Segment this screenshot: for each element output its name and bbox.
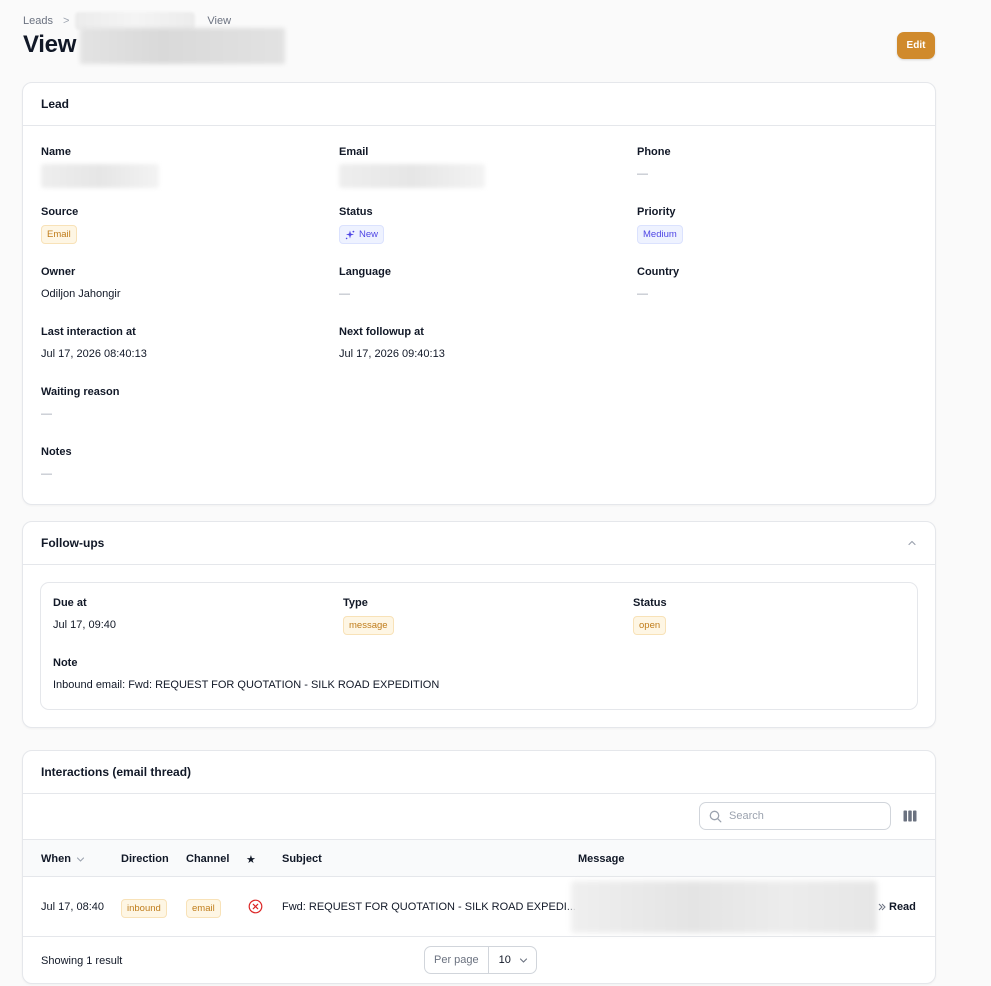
row-read-action[interactable]: Read: [878, 901, 916, 913]
column-channel: Channel: [186, 853, 230, 865]
field-language: Language —: [339, 266, 391, 300]
per-page-selector[interactable]: Per page 10: [424, 946, 537, 974]
results-count: Showing 1 result: [41, 955, 123, 967]
phone-label: Phone: [637, 146, 671, 158]
last-interaction-label: Last interaction at: [41, 326, 136, 338]
breadcrumb-leads[interactable]: Leads: [23, 15, 53, 27]
chevron-up-icon[interactable]: [907, 538, 917, 548]
followups-card: Follow-ups Due at Jul 17, 09:40 Type mes…: [22, 521, 936, 728]
per-page-label: Per page: [425, 947, 489, 973]
row-read-label: Read: [889, 901, 916, 913]
edit-button[interactable]: Edit: [897, 32, 935, 59]
breadcrumb-current: View: [207, 15, 232, 27]
language-value: —: [339, 288, 350, 300]
table-header: When Direction Channel ★ Subject Message: [23, 839, 935, 877]
note-value: Inbound email: Fwd: REQUEST FOR QUOTATIO…: [53, 679, 440, 691]
field-country: Country —: [637, 266, 679, 300]
waiting-reason-label: Waiting reason: [41, 386, 120, 398]
row-channel-badge: email: [186, 899, 221, 918]
followup-item: Due at Jul 17, 09:40 Type message Status…: [40, 582, 918, 710]
field-source: Source Email: [41, 206, 78, 244]
read-icon: [878, 903, 886, 911]
email-label: Email: [339, 146, 369, 158]
due-label: Due at: [53, 597, 87, 609]
status-badge-label: New: [359, 229, 379, 240]
interactions-card-header: Interactions (email thread): [23, 751, 935, 794]
chevron-down-icon: [519, 957, 527, 963]
status-label: Status: [339, 206, 373, 218]
waiting-reason-value: —: [41, 408, 52, 420]
notes-label: Notes: [41, 446, 72, 458]
last-interaction-value: Jul 17, 2026 08:40:13: [41, 348, 147, 360]
row-direction-badge: inbound: [121, 899, 167, 918]
field-next-followup: Next followup at Jul 17, 2026 09:40:13: [339, 326, 445, 360]
column-star: ★: [246, 854, 256, 866]
column-direction: Direction: [121, 853, 169, 865]
search-input[interactable]: [729, 810, 879, 822]
breadcrumb-separator: >: [62, 15, 70, 27]
followup-note: Note Inbound email: Fwd: REQUEST FOR QUO…: [53, 657, 439, 691]
status-badge: New: [339, 225, 385, 244]
followup-status: Status open: [633, 597, 667, 635]
country-value: —: [637, 288, 648, 300]
phone-value: —: [637, 168, 648, 180]
row-when: Jul 17, 08:40: [41, 901, 104, 913]
x-circle-icon[interactable]: [248, 899, 263, 914]
name-value: [41, 164, 159, 188]
owner-label: Owner: [41, 266, 76, 278]
field-last-interaction: Last interaction at Jul 17, 2026 08:40:1…: [41, 326, 147, 360]
field-name: Name: [41, 146, 161, 188]
columns-toggle-icon[interactable]: [903, 810, 917, 822]
field-phone: Phone —: [637, 146, 671, 180]
owner-value: Odiljon Jahongir: [41, 288, 121, 300]
due-value: Jul 17, 09:40: [53, 619, 116, 631]
field-status: Status New: [339, 206, 385, 244]
field-priority: Priority Medium: [637, 206, 683, 244]
page-title-lead-name: [80, 28, 285, 64]
country-label: Country: [637, 266, 680, 278]
interactions-card-title: Interactions (email thread): [41, 765, 192, 779]
field-waiting-reason: Waiting reason —: [41, 386, 119, 420]
sparkles-icon: [345, 230, 355, 239]
next-followup-value: Jul 17, 2026 09:40:13: [339, 348, 445, 360]
language-label: Language: [339, 266, 391, 278]
column-message: Message: [578, 853, 625, 865]
page-title: View: [23, 31, 77, 58]
column-subject: Subject: [282, 853, 322, 865]
followups-card-title: Follow-ups: [41, 536, 105, 550]
priority-badge: Medium: [637, 225, 683, 244]
lead-card-title: Lead: [41, 97, 70, 111]
followup-status-label: Status: [633, 597, 667, 609]
next-followup-label: Next followup at: [339, 326, 424, 338]
column-when[interactable]: When: [41, 853, 85, 865]
field-notes: Notes —: [41, 446, 72, 480]
email-value: [339, 164, 485, 188]
followup-status-badge: open: [633, 616, 667, 635]
notes-value: —: [41, 468, 52, 480]
name-label: Name: [41, 146, 71, 158]
field-email: Email: [339, 146, 489, 188]
row-message-preview: [571, 881, 877, 933]
note-label: Note: [53, 657, 78, 669]
source-badge: Email: [41, 225, 77, 244]
search-icon: [709, 810, 722, 822]
column-when-label: When: [41, 853, 71, 865]
type-label: Type: [343, 597, 368, 609]
search-box[interactable]: [699, 802, 891, 830]
per-page-select[interactable]: 10: [489, 954, 536, 966]
per-page-value: 10: [498, 954, 511, 966]
priority-label: Priority: [637, 206, 676, 218]
followup-due: Due at Jul 17, 09:40: [53, 597, 116, 631]
interactions-card: Interactions (email thread) When Directi…: [22, 750, 936, 984]
row-subject: Fwd: REQUEST FOR QUOTATION - SILK ROAD E…: [282, 901, 576, 913]
followup-type: Type message: [343, 597, 394, 635]
source-label: Source: [41, 206, 79, 218]
table-row[interactable]: Jul 17, 08:40 inbound email Fwd: REQUEST…: [23, 877, 935, 937]
lead-card: Lead Name Email Phone — Source Email Sta…: [22, 82, 936, 505]
type-badge: message: [343, 616, 394, 635]
followups-card-header[interactable]: Follow-ups: [23, 522, 935, 565]
lead-card-header: Lead: [23, 83, 935, 126]
field-owner: Owner Odiljon Jahongir: [41, 266, 121, 300]
sort-chevron-down-icon[interactable]: [76, 855, 85, 864]
